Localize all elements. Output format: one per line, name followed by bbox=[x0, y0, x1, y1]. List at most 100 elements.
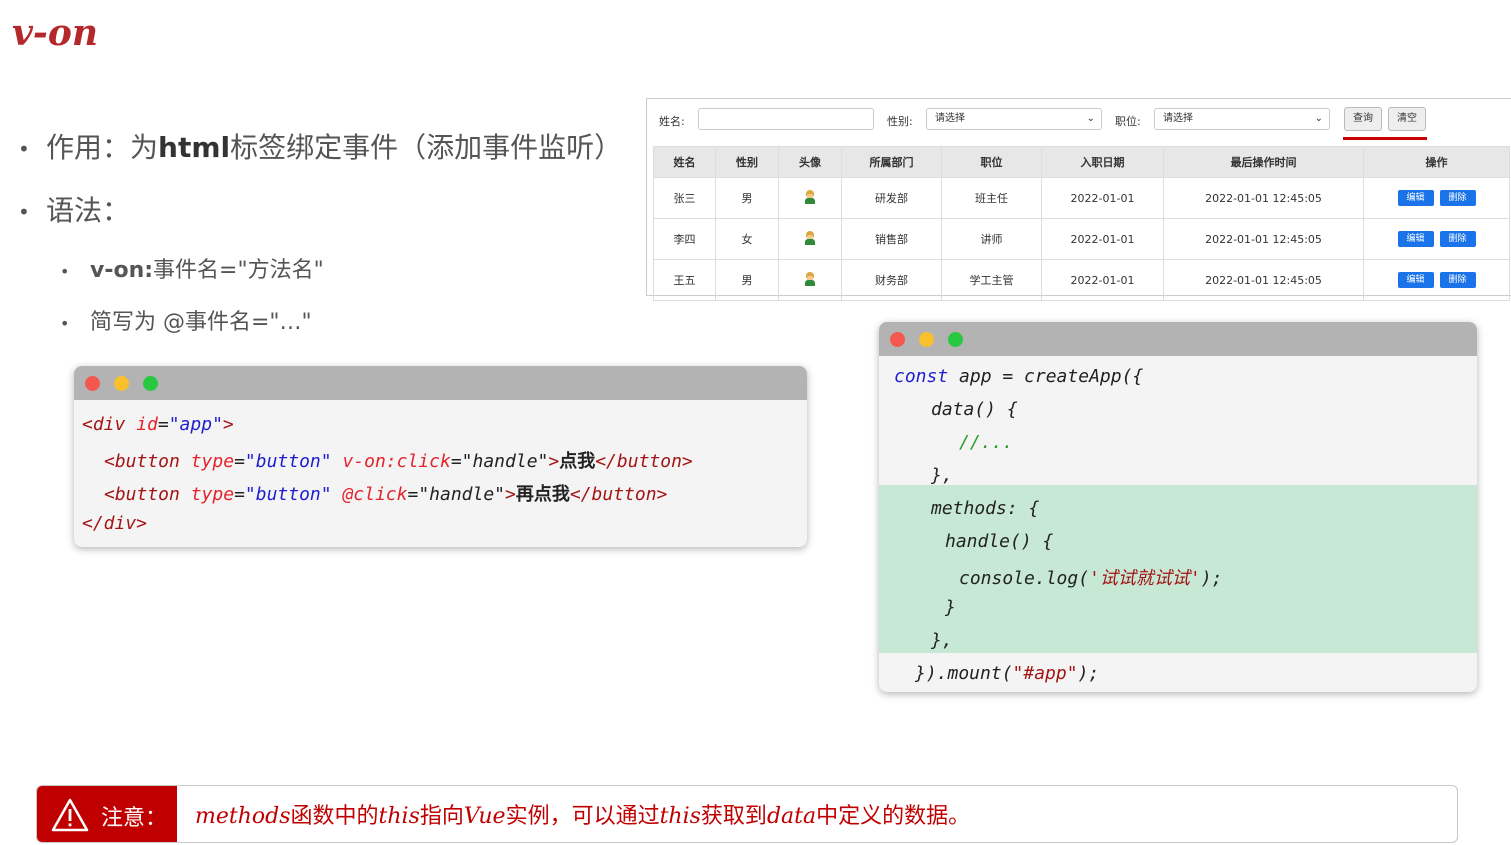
edit-button[interactable]: 编辑 bbox=[1397, 272, 1434, 288]
table-row: 李四 女 销售部 讲师 2022-01-01 2022-01-01 12:45:… bbox=[653, 218, 1510, 260]
avatar-icon bbox=[803, 189, 817, 204]
code-line: data() { bbox=[931, 399, 1018, 420]
code-window-titlebar bbox=[879, 322, 1477, 356]
column-header: 入职日期 bbox=[1041, 146, 1164, 178]
cell-updated: 2022-01-01 12:45:05 bbox=[1163, 259, 1364, 301]
name-label: 姓名: bbox=[659, 115, 685, 128]
table-row: 张三 男 研发部 班主任 2022-01-01 2022-01-01 12:45… bbox=[653, 177, 1510, 219]
window-close-dot[interactable] bbox=[890, 332, 905, 347]
code-line: }, bbox=[931, 465, 953, 486]
code-line: handle() { bbox=[945, 531, 1054, 552]
edit-button[interactable]: 编辑 bbox=[1397, 231, 1434, 247]
cell-updated: 2022-01-01 12:45:05 bbox=[1163, 218, 1364, 260]
code-line: }).mount("#app"); bbox=[915, 663, 1100, 684]
code-line: </div> bbox=[82, 513, 148, 534]
cell-dept: 财务部 bbox=[841, 259, 942, 301]
cell-position: 讲师 bbox=[941, 218, 1042, 260]
cell-updated: 2022-01-01 12:45:05 bbox=[1163, 177, 1364, 219]
cell-gender: 男 bbox=[715, 177, 779, 219]
bullet-purpose: • 作用：为html标签绑定事件（添加事件监听） bbox=[18, 131, 623, 164]
delete-button[interactable]: 删除 bbox=[1439, 231, 1476, 247]
cell-dept: 研发部 bbox=[841, 177, 942, 219]
table-header-row: 姓名 性别 头像 所属部门 职位 入职日期 最后操作时间 操作 bbox=[653, 146, 1510, 178]
clear-button[interactable]: 清空 bbox=[1388, 107, 1426, 131]
column-header: 职位 bbox=[941, 146, 1042, 178]
note-box: 注意： methods函数中的this指向Vue实例，可以通过this获取到da… bbox=[36, 785, 1458, 843]
employee-table: 姓名 性别 头像 所属部门 职位 入职日期 最后操作时间 操作 张三 男 研发部… bbox=[653, 146, 1510, 301]
code-line: const app = createApp({ bbox=[894, 366, 1144, 387]
cell-date: 2022-01-01 bbox=[1041, 218, 1164, 260]
note-text: methods函数中的this指向Vue实例，可以通过this获取到data中定… bbox=[195, 804, 971, 829]
cell-actions: 编辑 删除 bbox=[1363, 259, 1510, 301]
table-row: 王五 男 财务部 学工主管 2022-01-01 2022-01-01 12:4… bbox=[653, 259, 1510, 301]
cell-gender: 女 bbox=[715, 218, 779, 260]
delete-button[interactable]: 删除 bbox=[1439, 272, 1476, 288]
bullet-syntax: • 语法： bbox=[18, 194, 131, 227]
window-close-dot[interactable] bbox=[85, 376, 100, 391]
gender-select[interactable]: 请选择 ⌄ bbox=[926, 108, 1102, 130]
page-title: v-on bbox=[12, 12, 99, 54]
window-maximize-dot[interactable] bbox=[948, 332, 963, 347]
bullet-purpose-suffix: 标签绑定事件（添加事件监听） bbox=[230, 131, 623, 164]
code-line: <button type="button" @click="handle">再点… bbox=[104, 484, 668, 505]
bullet-purpose-bold: html bbox=[158, 131, 231, 164]
code-window-titlebar bbox=[74, 366, 807, 400]
bullet-purpose-prefix: 作用：为 bbox=[46, 131, 159, 164]
chevron-down-icon: ⌄ bbox=[1086, 113, 1095, 124]
window-maximize-dot[interactable] bbox=[143, 376, 158, 391]
delete-button[interactable]: 删除 bbox=[1439, 190, 1476, 206]
code-line: }, bbox=[931, 630, 953, 651]
bullet-von-syntax: • v-on:事件名="方法名" bbox=[60, 258, 324, 283]
von-suffix: 事件名="方法名" bbox=[153, 258, 324, 283]
cell-date: 2022-01-01 bbox=[1041, 177, 1164, 219]
code-line: <button type="button" v-on:click="handle… bbox=[104, 451, 693, 472]
avatar-icon bbox=[803, 271, 817, 286]
cell-actions: 编辑 删除 bbox=[1363, 177, 1510, 219]
cell-name: 张三 bbox=[653, 177, 716, 219]
column-header: 最后操作时间 bbox=[1163, 146, 1364, 178]
code-line: console.log('试试就试试'); bbox=[959, 568, 1223, 589]
position-select[interactable]: 请选择 ⌄ bbox=[1154, 108, 1330, 130]
cell-gender: 男 bbox=[715, 259, 779, 301]
html-code-window: <div id="app"> <button type="button" v-o… bbox=[74, 366, 807, 547]
position-label: 职位: bbox=[1115, 115, 1141, 128]
name-input[interactable] bbox=[698, 108, 874, 130]
code-line: } bbox=[945, 597, 956, 618]
edit-button[interactable]: 编辑 bbox=[1397, 190, 1434, 206]
cell-avatar bbox=[778, 177, 842, 219]
von-prefix: v-on: bbox=[90, 258, 154, 283]
cell-avatar bbox=[778, 259, 842, 301]
avatar-icon bbox=[803, 230, 817, 245]
note-label: 注意： bbox=[101, 806, 168, 831]
warning-icon bbox=[51, 798, 89, 832]
position-select-value: 请选择 bbox=[1163, 113, 1193, 124]
column-header: 姓名 bbox=[653, 146, 716, 178]
cell-actions: 编辑 删除 bbox=[1363, 218, 1510, 260]
cell-avatar bbox=[778, 218, 842, 260]
gender-label: 性别: bbox=[887, 115, 913, 128]
shorthand-text: 简写为 @事件名="…" bbox=[90, 310, 312, 335]
code-line: <div id="app"> bbox=[82, 414, 234, 435]
cell-position: 学工主管 bbox=[941, 259, 1042, 301]
window-minimize-dot[interactable] bbox=[114, 376, 129, 391]
column-header: 性别 bbox=[715, 146, 779, 178]
cell-name: 李四 bbox=[653, 218, 716, 260]
filter-bar: 姓名: 性别: 请选择 ⌄ 职位: 请选择 ⌄ 查询 清空 bbox=[647, 99, 1511, 143]
active-underline bbox=[1343, 137, 1427, 140]
chevron-down-icon: ⌄ bbox=[1314, 113, 1323, 124]
cell-date: 2022-01-01 bbox=[1041, 259, 1164, 301]
bullet-shorthand: • 简写为 @事件名="…" bbox=[60, 310, 312, 335]
column-header: 操作 bbox=[1363, 146, 1510, 178]
column-header: 所属部门 bbox=[841, 146, 942, 178]
column-header: 头像 bbox=[778, 146, 842, 178]
note-header: 注意： bbox=[37, 786, 177, 842]
window-minimize-dot[interactable] bbox=[919, 332, 934, 347]
cell-dept: 销售部 bbox=[841, 218, 942, 260]
cell-name: 王五 bbox=[653, 259, 716, 301]
code-line: methods: { bbox=[931, 498, 1040, 519]
cell-position: 班主任 bbox=[941, 177, 1042, 219]
query-button[interactable]: 查询 bbox=[1344, 107, 1382, 131]
code-line: //... bbox=[959, 432, 1014, 453]
employee-table-panel: 姓名: 性别: 请选择 ⌄ 职位: 请选择 ⌄ 查询 清空 姓名 性别 头像 所属部… bbox=[646, 98, 1511, 301]
gender-select-value: 请选择 bbox=[935, 113, 965, 124]
